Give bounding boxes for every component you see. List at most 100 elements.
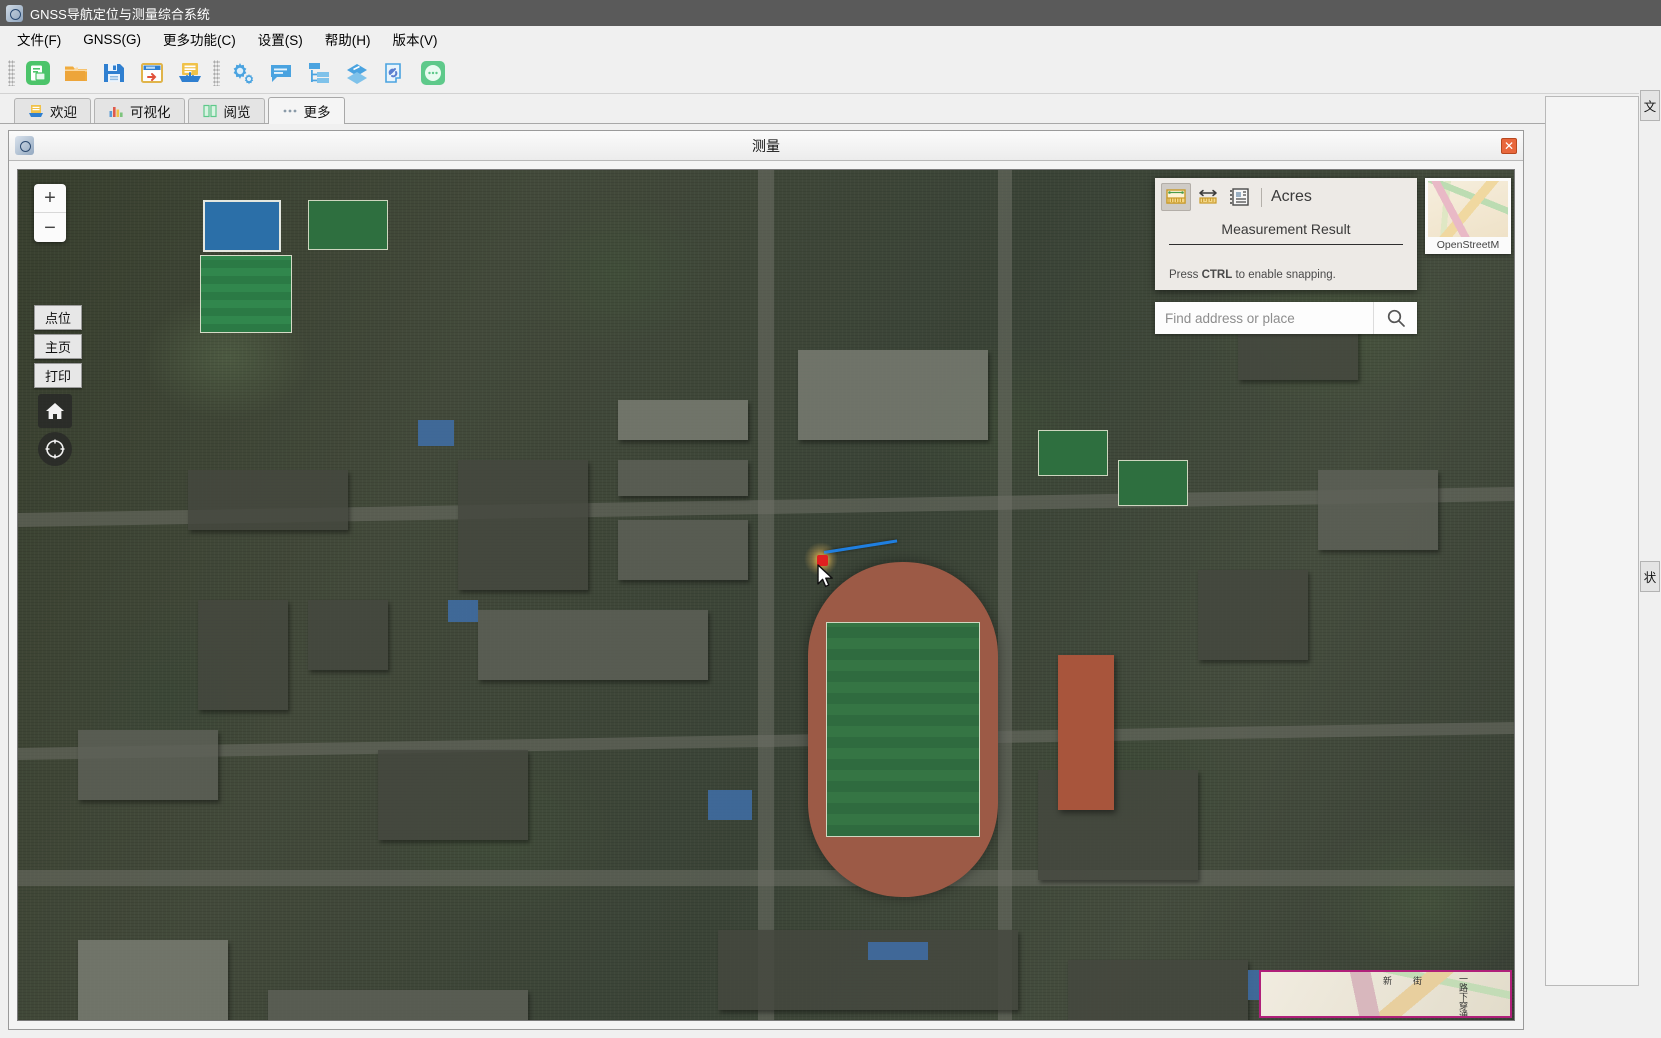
export-window-icon[interactable] (134, 56, 170, 90)
blue-roof (418, 420, 454, 446)
status-circle-icon[interactable] (415, 56, 451, 90)
measurement-window-titlebar: 测量 ✕ (9, 131, 1523, 161)
blue-roof (868, 942, 928, 960)
main-toolbar (0, 52, 1661, 94)
blue-roof (448, 600, 478, 622)
minimap-label: 新 (1382, 976, 1392, 985)
zoom-in-button[interactable]: + (34, 184, 66, 213)
tab-label: 可视化 (130, 105, 171, 120)
map-canvas[interactable]: + − 点位 主页 打印 Acres Measurement Result Pr… (17, 169, 1515, 1021)
building (308, 600, 388, 670)
import-download-icon[interactable] (172, 56, 208, 90)
minimap-label: 一路下穿通道 (1458, 974, 1468, 1018)
building (78, 730, 218, 800)
mouse-cursor (817, 564, 837, 595)
minimap-label: 街 (1412, 976, 1422, 985)
running-track (808, 562, 998, 897)
tab-label: 阅览 (223, 105, 251, 120)
soccer-field (826, 622, 980, 837)
search-icon[interactable] (1373, 302, 1417, 334)
settings-gears-icon[interactable] (225, 56, 261, 90)
tab-more[interactable]: 更多 (267, 97, 345, 124)
swimming-pool (203, 200, 281, 252)
map-button-point[interactable]: 点位 (34, 305, 82, 330)
building (618, 400, 748, 440)
building (1318, 470, 1438, 550)
zoom-out-button[interactable]: − (34, 213, 66, 242)
search-widget (1155, 302, 1417, 334)
building (1198, 570, 1308, 660)
book-read-icon (202, 104, 218, 118)
content-area: 测量 ✕ + − 点位 主页 打印 Acres Measurement Resu… (0, 124, 1545, 1038)
menu-more-functions[interactable]: 更多功能(C) (152, 25, 247, 53)
map-button-print[interactable]: 打印 (34, 363, 82, 388)
snapping-hint: Press CTRL to enable snapping. (1155, 245, 1417, 290)
hint-suffix: to enable snapping. (1232, 269, 1336, 281)
sports-green (200, 255, 292, 333)
menu-gnss[interactable]: GNSS(G) (72, 28, 152, 51)
measurement-unit[interactable]: Acres (1271, 188, 1312, 206)
tennis-court (1038, 430, 1108, 476)
message-bubble-icon[interactable] (263, 56, 299, 90)
menubar: 文件(F) GNSS(G) 更多功能(C) 设置(S) 帮助(H) 版本(V) (0, 26, 1661, 52)
search-input[interactable] (1155, 302, 1373, 334)
toolbar-grip-2[interactable] (213, 59, 220, 86)
close-icon[interactable]: ✕ (1501, 137, 1517, 154)
building (378, 750, 528, 840)
gnss-globe-icon (6, 4, 23, 22)
map-button-home-page[interactable]: 主页 (34, 334, 82, 359)
building (478, 610, 708, 680)
right-tab-strip: 文 状 (1639, 90, 1661, 1038)
tab-browse[interactable]: 阅览 (187, 98, 265, 123)
measurement-toolrow: Acres (1155, 178, 1417, 215)
menu-file[interactable]: 文件(F) (6, 25, 72, 53)
building (618, 520, 748, 580)
menu-version[interactable]: 版本(V) (382, 25, 449, 53)
blue-roof (708, 790, 752, 820)
tab-bar: 欢迎 可视化 阅览 更多 (0, 94, 1661, 124)
vtab-status[interactable]: 状 (1640, 561, 1660, 592)
home-icon[interactable] (38, 394, 72, 428)
distance-measure-icon[interactable] (1193, 183, 1223, 211)
chart-bars-icon (108, 104, 124, 118)
new-document-icon[interactable] (20, 56, 56, 90)
hierarchy-tree-icon[interactable] (301, 56, 337, 90)
tennis-court (308, 200, 388, 250)
open-folder-icon[interactable] (58, 56, 94, 90)
toolbar-grip-1[interactable] (8, 59, 15, 86)
building (188, 470, 348, 530)
basemap-thumbnail (1428, 181, 1508, 237)
zoom-controls: + − (34, 184, 66, 242)
ellipsis-icon (282, 104, 298, 118)
basemap-label: OpenStreetM (1436, 239, 1500, 251)
app-title: GNSS导航定位与测量综合系统 (30, 6, 210, 22)
tab-label: 更多 (303, 105, 331, 120)
measurement-result-label: Measurement Result (1169, 215, 1403, 245)
measurement-window: 测量 ✕ + − 点位 主页 打印 Acres Measurement Resu… (8, 130, 1524, 1030)
road (758, 170, 774, 1020)
save-floppy-icon[interactable] (96, 56, 132, 90)
layers-stack-icon[interactable] (339, 56, 375, 90)
right-dock-panel-top (1545, 134, 1639, 164)
tab-label: 欢迎 (50, 105, 77, 120)
location-measure-icon[interactable] (1225, 183, 1255, 211)
building (1068, 960, 1248, 1020)
area-measure-icon[interactable] (1161, 183, 1191, 211)
locate-compass-icon[interactable] (38, 432, 72, 466)
menu-settings[interactable]: 设置(S) (247, 25, 314, 53)
building (268, 990, 528, 1020)
toolbar-divider (1261, 187, 1262, 207)
building (458, 460, 588, 590)
building (78, 940, 228, 1020)
menu-help[interactable]: 帮助(H) (314, 25, 382, 53)
measurement-widget: Acres Measurement Result Press CTRL to e… (1155, 178, 1417, 290)
minimap-inset[interactable]: 新 街 一路下穿通道 (1259, 970, 1512, 1018)
building (798, 350, 988, 440)
tab-visualization[interactable]: 可视化 (94, 98, 185, 123)
tab-welcome[interactable]: 欢迎 (14, 98, 91, 123)
welcome-icon (28, 104, 44, 118)
basemap-selector[interactable]: OpenStreetM (1425, 178, 1511, 254)
vtab-document[interactable]: 文 (1640, 90, 1660, 121)
link-chain-icon[interactable] (377, 56, 413, 90)
road (18, 870, 1514, 886)
